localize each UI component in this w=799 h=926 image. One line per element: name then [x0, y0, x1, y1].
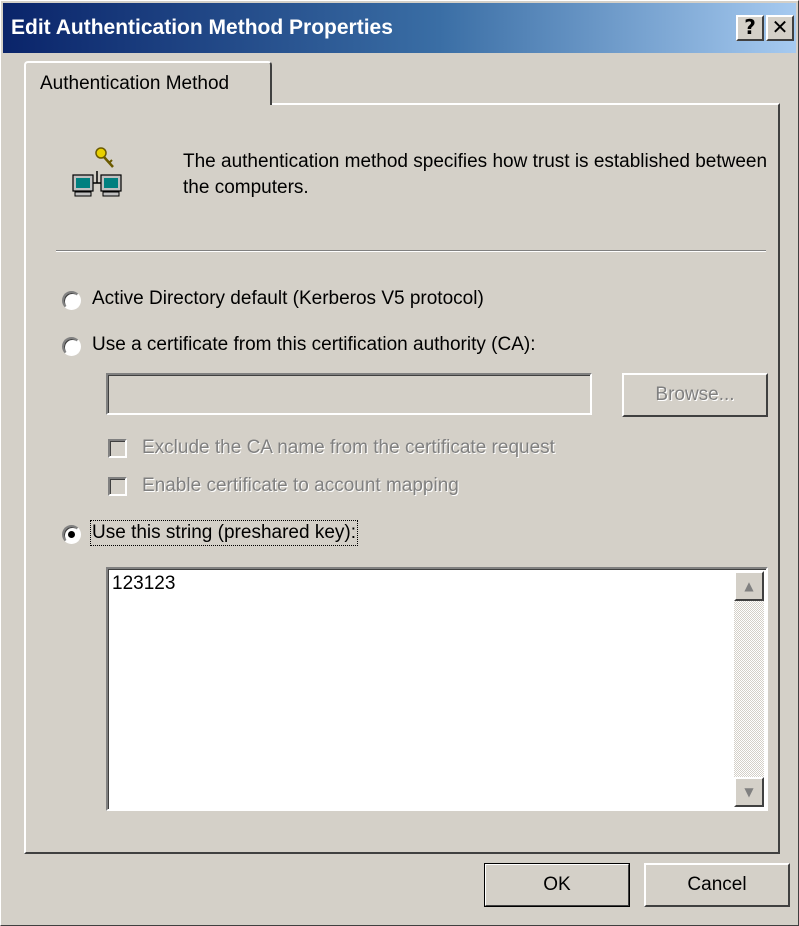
radio-preshared-label: Use this string (preshared key): — [90, 520, 358, 546]
separator — [56, 250, 766, 252]
cancel-button[interactable]: Cancel — [644, 863, 790, 907]
ok-button[interactable]: OK — [484, 863, 630, 907]
vertical-scrollbar[interactable]: ▲ ▼ — [734, 571, 764, 807]
description-text: The authentication method specifies how … — [183, 151, 768, 198]
title-bar[interactable]: Edit Authentication Method Properties ? … — [3, 3, 796, 53]
preshared-key-textarea[interactable]: 123123 ▲ ▼ — [106, 567, 768, 811]
tab-authentication-method[interactable]: Authentication Method — [24, 61, 272, 105]
exclude-ca-checkbox[interactable] — [108, 439, 127, 458]
ca-name-field[interactable] — [106, 373, 592, 415]
scroll-down-arrow-icon[interactable]: ▼ — [734, 777, 764, 807]
scroll-up-arrow-icon[interactable]: ▲ — [734, 571, 764, 601]
radio-dot — [68, 531, 75, 538]
radio-certificate-label: Use a certificate from this certificatio… — [92, 334, 536, 355]
preshared-key-value: 123123 — [112, 573, 176, 594]
radio-button-selected[interactable] — [62, 525, 81, 544]
radio-button[interactable] — [62, 291, 81, 310]
browse-button[interactable]: Browse... — [622, 373, 768, 417]
exclude-ca-label: Exclude the CA name from the certificate… — [142, 437, 555, 458]
dialog-window: Edit Authentication Method Properties ? … — [0, 0, 799, 926]
enable-mapping-label: Enable certificate to account mapping — [142, 475, 459, 496]
radio-kerberos-label: Active Directory default (Kerberos V5 pr… — [92, 288, 484, 309]
computers-key-icon — [71, 145, 131, 205]
close-button[interactable]: ✕ — [766, 15, 794, 41]
tab-label: Authentication Method — [40, 73, 230, 94]
tab-panel: The authentication method specifies how … — [24, 103, 780, 854]
radio-button[interactable] — [62, 337, 81, 356]
window-title: Edit Authentication Method Properties — [11, 16, 393, 39]
enable-mapping-checkbox[interactable] — [108, 477, 127, 496]
help-button[interactable]: ? — [736, 15, 764, 41]
